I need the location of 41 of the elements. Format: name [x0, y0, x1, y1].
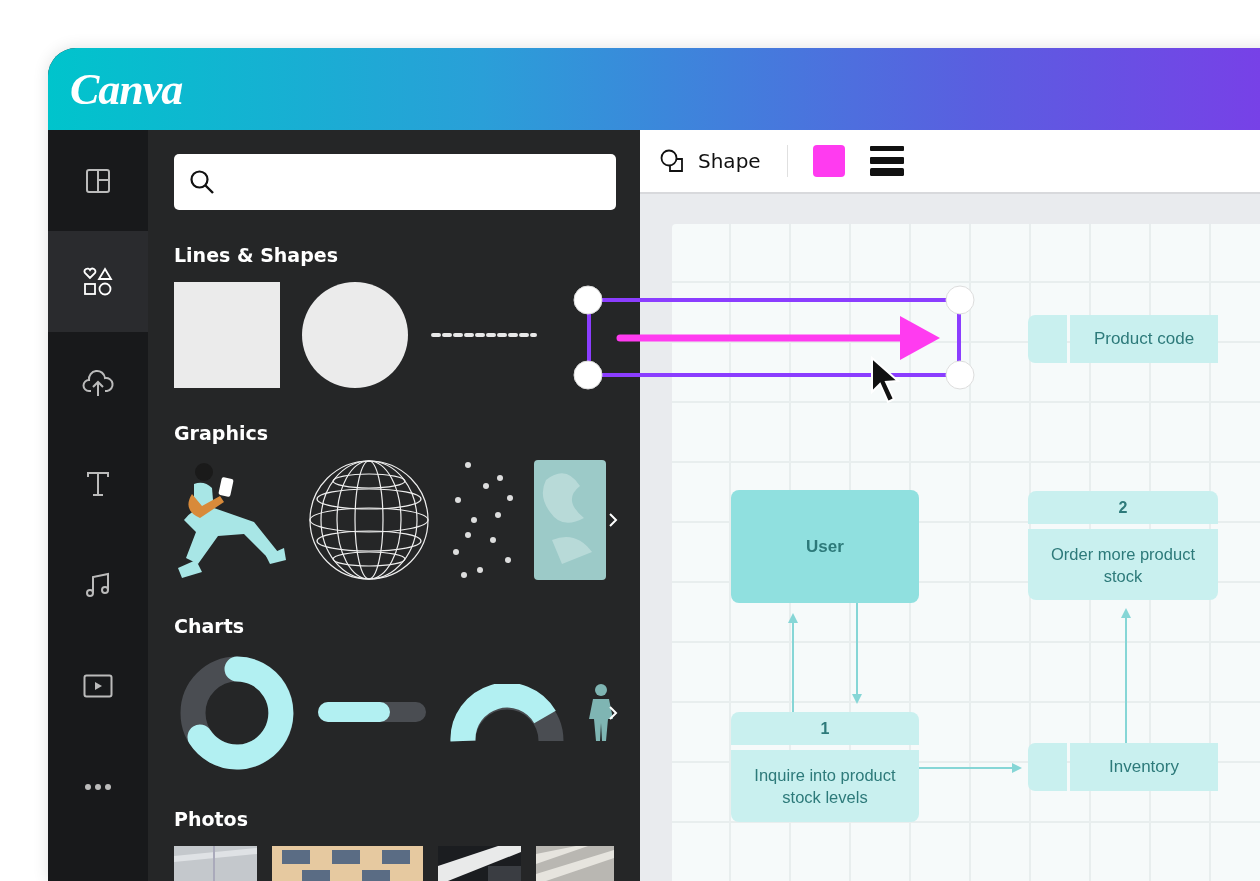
- process-number: 2: [1028, 491, 1218, 524]
- resize-handle[interactable]: [573, 285, 603, 315]
- resize-handle[interactable]: [945, 285, 975, 315]
- chevron-right-icon: [608, 512, 618, 528]
- process-node: Inquire into product stock levels: [731, 750, 919, 822]
- process-node: Order more product stock: [1028, 529, 1218, 600]
- text-icon: [85, 470, 111, 497]
- shapes-icon: [660, 149, 684, 173]
- section-title: Charts: [174, 614, 246, 638]
- data-store: Inventory: [1070, 743, 1218, 791]
- search-icon: [189, 169, 215, 195]
- process-number: 1: [731, 712, 919, 745]
- video-play-icon: [83, 673, 113, 698]
- gauge-chart-thumbnail[interactable]: [450, 684, 564, 742]
- more-icon: [85, 783, 111, 790]
- shape-button[interactable]: Shape: [658, 149, 763, 173]
- resize-handle[interactable]: [945, 360, 975, 390]
- wireframe-sphere[interactable]: [308, 459, 430, 581]
- person-chart-thumbnail[interactable]: [588, 683, 614, 743]
- arrow[interactable]: [616, 316, 940, 360]
- layout-icon: [85, 167, 111, 194]
- entity-node: User: [731, 490, 919, 603]
- shapes-icon: [83, 266, 113, 297]
- chevron-right-icon: [608, 705, 618, 721]
- progress-bar-thumbnail[interactable]: [318, 702, 426, 724]
- donut-chart-thumbnail[interactable]: [180, 656, 294, 770]
- dashed-line[interactable]: [430, 331, 538, 338]
- search-field[interactable]: [174, 154, 616, 210]
- fill-color-button[interactable]: [812, 145, 845, 177]
- cursor-icon: [871, 355, 901, 404]
- line-weight-icon: [869, 146, 904, 176]
- line-weight-button[interactable]: [869, 146, 904, 176]
- resize-handle[interactable]: [573, 360, 603, 390]
- section-title: Photos: [174, 807, 249, 831]
- section-title: Graphics: [174, 421, 269, 445]
- pattern-card[interactable]: [532, 460, 606, 580]
- data-store: Product code: [1070, 315, 1218, 363]
- section-title: Lines & Shapes: [174, 243, 339, 267]
- selection-box[interactable]: [587, 298, 961, 377]
- cloud-upload-icon: [82, 368, 114, 397]
- music-note-icon: [85, 571, 111, 598]
